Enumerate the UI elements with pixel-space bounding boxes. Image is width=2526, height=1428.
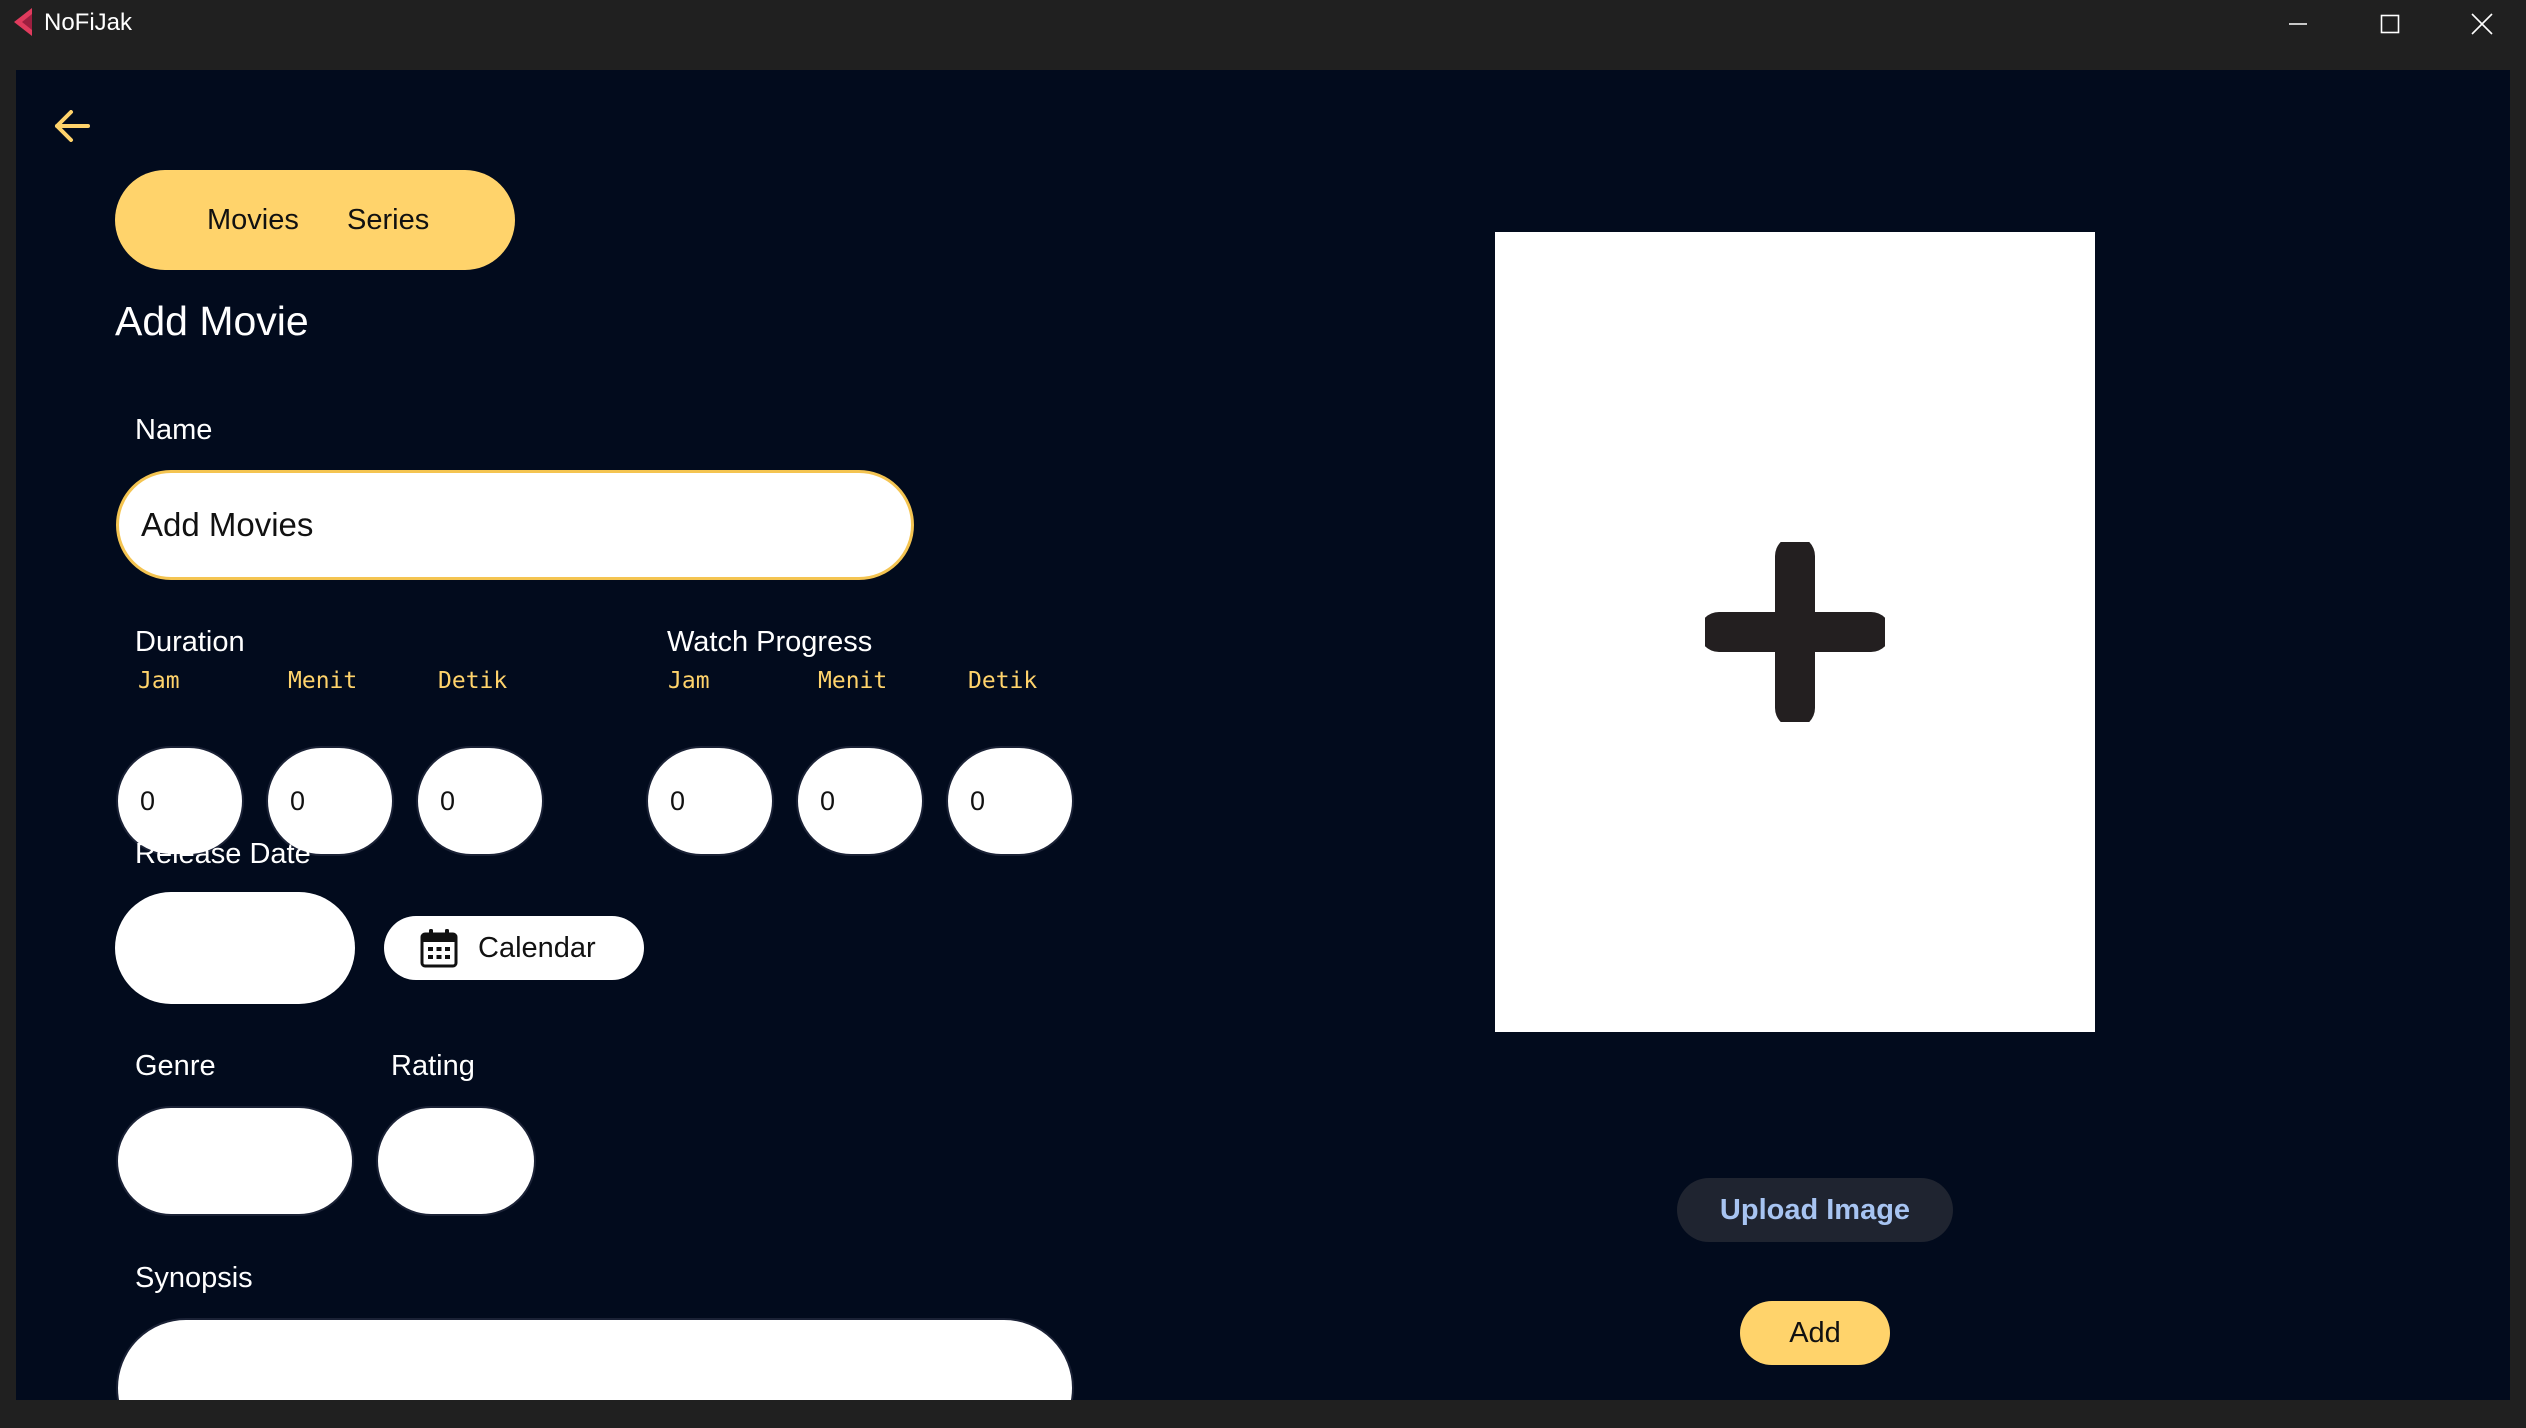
name-input-value: Add Movies <box>141 506 314 543</box>
upload-image-button[interactable]: Upload Image <box>1677 1178 1953 1242</box>
progress-hours-label: Jam <box>666 668 712 694</box>
name-input[interactable]: Add Movies <box>116 470 914 580</box>
media-type-switch: Movies Series <box>115 170 515 270</box>
release-date-input[interactable] <box>115 892 355 1004</box>
back-button[interactable] <box>36 90 108 162</box>
progress-hours-field[interactable]: 0 <box>646 746 774 856</box>
minimize-button[interactable] <box>2252 0 2344 48</box>
progress-hours-value: 0 <box>670 785 686 816</box>
duration-minutes-label: Menit <box>286 668 360 694</box>
progress-minutes-label: Menit <box>816 668 890 694</box>
rating-input[interactable] <box>376 1106 536 1216</box>
app-logo-icon <box>14 8 32 36</box>
duration-seconds-field[interactable]: 0 <box>416 746 544 856</box>
tab-movies[interactable]: Movies <box>207 170 299 270</box>
minimize-icon <box>2289 23 2307 25</box>
add-movie-page: Movies Series Add Movie Name Add Movies … <box>16 70 2510 1400</box>
genre-label: Genre <box>135 1050 216 1082</box>
maximize-button[interactable] <box>2344 0 2436 48</box>
poster-image-dropzone[interactable] <box>1495 232 2095 1032</box>
title-bar: NoFiJak <box>0 0 2526 48</box>
synopsis-input[interactable] <box>116 1318 1074 1400</box>
calendar-icon <box>420 929 458 968</box>
maximize-icon <box>2380 14 2400 34</box>
progress-minutes-field[interactable]: 0 <box>796 746 924 856</box>
page-title: Add Movie <box>115 298 309 344</box>
release-date-label: Release Date <box>135 838 311 870</box>
genre-input[interactable] <box>116 1106 354 1216</box>
close-icon <box>2471 13 2493 35</box>
duration-minutes-value: 0 <box>290 785 306 816</box>
close-button[interactable] <box>2436 0 2526 48</box>
progress-seconds-label: Detik <box>966 668 1040 694</box>
taskbar-strip <box>0 1400 2526 1428</box>
duration-seconds-value: 0 <box>440 785 456 816</box>
duration-label: Duration <box>135 626 245 658</box>
add-button[interactable]: Add <box>1740 1301 1890 1365</box>
window-title: NoFiJak <box>44 9 133 36</box>
calendar-button[interactable]: Calendar <box>384 916 644 980</box>
name-label: Name <box>135 414 213 446</box>
duration-seconds-label: Detik <box>436 668 510 694</box>
duration-hours-label: Jam <box>136 668 182 694</box>
progress-seconds-value: 0 <box>970 785 986 816</box>
arrow-left-icon <box>55 110 90 142</box>
calendar-button-label: Calendar <box>478 931 596 964</box>
tab-series[interactable]: Series <box>347 170 429 270</box>
watch-progress-label: Watch Progress <box>667 626 873 658</box>
synopsis-label: Synopsis <box>135 1262 253 1294</box>
rating-label: Rating <box>391 1050 475 1082</box>
plus-icon <box>1705 542 1885 722</box>
progress-minutes-value: 0 <box>820 785 836 816</box>
progress-seconds-field[interactable]: 0 <box>946 746 1074 856</box>
duration-hours-value: 0 <box>140 785 156 816</box>
